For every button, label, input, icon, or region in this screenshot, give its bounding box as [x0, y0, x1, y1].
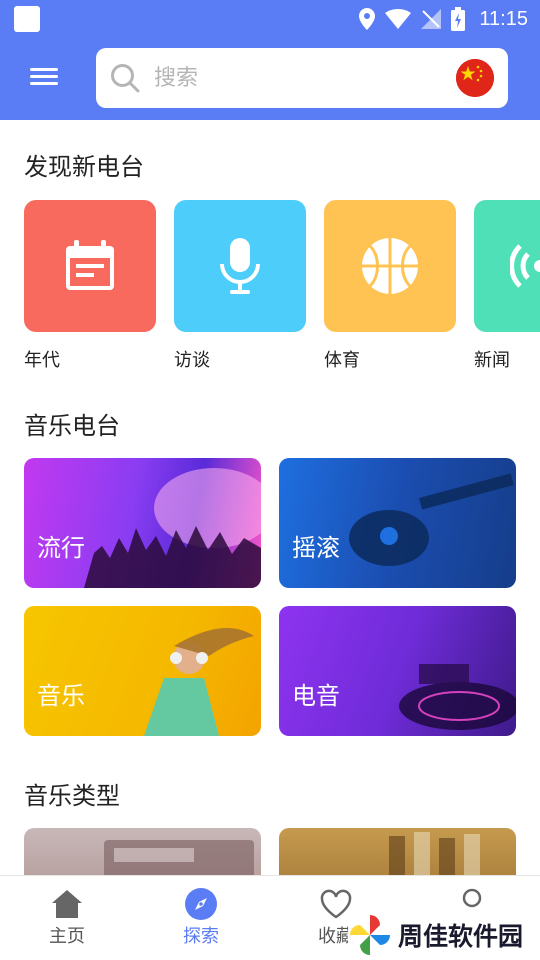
menu-button[interactable]: [30, 64, 66, 94]
battery-icon: [451, 7, 466, 31]
china-flag-icon: [456, 59, 494, 97]
watermark: 周佳软件园: [348, 912, 540, 958]
app-header: 11:15: [0, 0, 540, 120]
music-card-label: 音乐: [37, 682, 85, 710]
music-card-label: 流行: [37, 534, 85, 562]
signal-off-icon: [421, 9, 442, 29]
discover-label: 体育: [324, 350, 360, 371]
pinwheel-logo-icon: [350, 915, 390, 955]
location-icon: [359, 8, 376, 30]
discover-tile: [24, 200, 156, 332]
menu-bar: [30, 68, 58, 71]
menu-bar: [30, 75, 58, 78]
discover-item-era[interactable]: 年代: [24, 200, 156, 371]
discover-row: 年代 访谈 体育 新闻: [24, 200, 540, 380]
status-bar: 11:15: [0, 0, 540, 36]
nav-explore[interactable]: 探索: [161, 888, 241, 948]
wifi-icon: [385, 9, 412, 29]
search-input[interactable]: [154, 60, 434, 96]
microphone-icon: [220, 238, 260, 294]
search-icon: [111, 64, 140, 93]
music-card-label: 电音: [292, 682, 340, 710]
discover-tile: [474, 200, 540, 332]
notification-icon: [14, 6, 40, 32]
music-card-label: 摇滚: [292, 534, 340, 562]
music-card-rock[interactable]: 摇滚: [279, 458, 516, 588]
headphone-woman-image: [144, 628, 254, 736]
broadcast-icon: [510, 244, 540, 288]
dj-turntable-image: [399, 664, 516, 730]
status-icons: 11:15: [359, 6, 528, 32]
nav-home[interactable]: 主页: [27, 888, 107, 948]
music-card-electronic[interactable]: 电音: [279, 606, 516, 736]
genre-section-title: 音乐类型: [24, 782, 120, 810]
nav-home-label: 主页: [49, 926, 85, 947]
discover-label: 年代: [24, 350, 60, 371]
country-flag-button[interactable]: [456, 59, 494, 97]
discover-tile: [324, 200, 456, 332]
basketball-icon: [362, 238, 418, 294]
calendar-icon: [66, 240, 114, 290]
music-section-title: 音乐电台: [24, 412, 120, 440]
nav-explore-label: 探索: [183, 926, 219, 947]
watermark-text: 周佳软件园: [398, 922, 524, 951]
concert-crowd-image: [84, 468, 261, 588]
discover-label: 新闻: [474, 350, 510, 371]
menu-bar: [30, 82, 58, 85]
music-card-pop[interactable]: 流行: [24, 458, 261, 588]
discover-tile: [174, 200, 306, 332]
search-box[interactable]: [96, 48, 508, 108]
home-icon: [52, 890, 82, 918]
discover-item-sports[interactable]: 体育: [324, 200, 456, 371]
music-card-music[interactable]: 音乐: [24, 606, 261, 736]
guitar-image: [349, 473, 514, 566]
discover-item-talk[interactable]: 访谈: [174, 200, 306, 371]
discover-label: 访谈: [174, 350, 210, 371]
discover-item-news[interactable]: 新闻: [474, 200, 540, 371]
discover-section-title: 发现新电台: [24, 153, 144, 181]
status-time: 11:15: [479, 7, 528, 30]
compass-icon: [185, 888, 217, 920]
